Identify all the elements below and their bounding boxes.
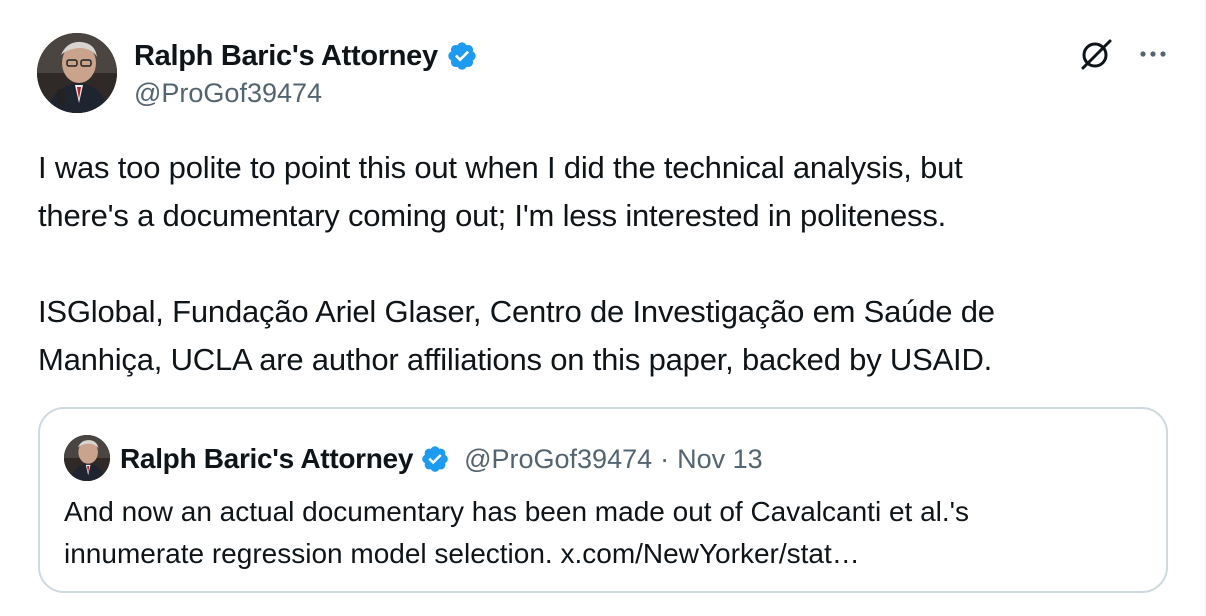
grok-icon[interactable] xyxy=(1078,36,1114,72)
more-icon[interactable] xyxy=(1138,44,1168,64)
quoted-separator: · xyxy=(660,443,670,474)
tweet-post: Ralph Baric's Attorney @ProGof39474 I wa… xyxy=(0,0,1206,616)
verified-badge-icon[interactable] xyxy=(446,40,478,72)
quoted-avatar[interactable] xyxy=(64,435,110,481)
author-handle[interactable]: @ProGof39474 xyxy=(134,78,322,109)
quoted-avatar-photo xyxy=(64,435,110,481)
quoted-display-name[interactable]: Ralph Baric's Attorney xyxy=(120,443,413,475)
avatar[interactable] xyxy=(37,33,117,113)
tweet-body: I was too polite to point this out when … xyxy=(38,144,1158,384)
quoted-text: And now an actual documentary has been m… xyxy=(64,491,1144,575)
author-name-row[interactable]: Ralph Baric's Attorney xyxy=(134,36,478,76)
tweet-paragraph-1: I was too polite to point this out when … xyxy=(38,150,963,233)
tweet-paragraph-2: ISGlobal, Fundação Ariel Glaser, Centro … xyxy=(38,294,995,377)
quoted-date[interactable]: Nov 13 xyxy=(677,444,763,475)
quoted-verified-badge-icon xyxy=(420,444,450,474)
quoted-handle[interactable]: @ProGof39474 xyxy=(464,444,652,475)
avatar-photo xyxy=(37,33,117,113)
quoted-tweet-card[interactable]: Ralph Baric's Attorney @ProGof39474 · No… xyxy=(38,407,1168,593)
quoted-header: Ralph Baric's Attorney @ProGof39474 · No… xyxy=(120,437,763,481)
quoted-body: And now an actual documentary has been m… xyxy=(64,496,970,569)
author-display-name[interactable]: Ralph Baric's Attorney xyxy=(134,40,438,73)
